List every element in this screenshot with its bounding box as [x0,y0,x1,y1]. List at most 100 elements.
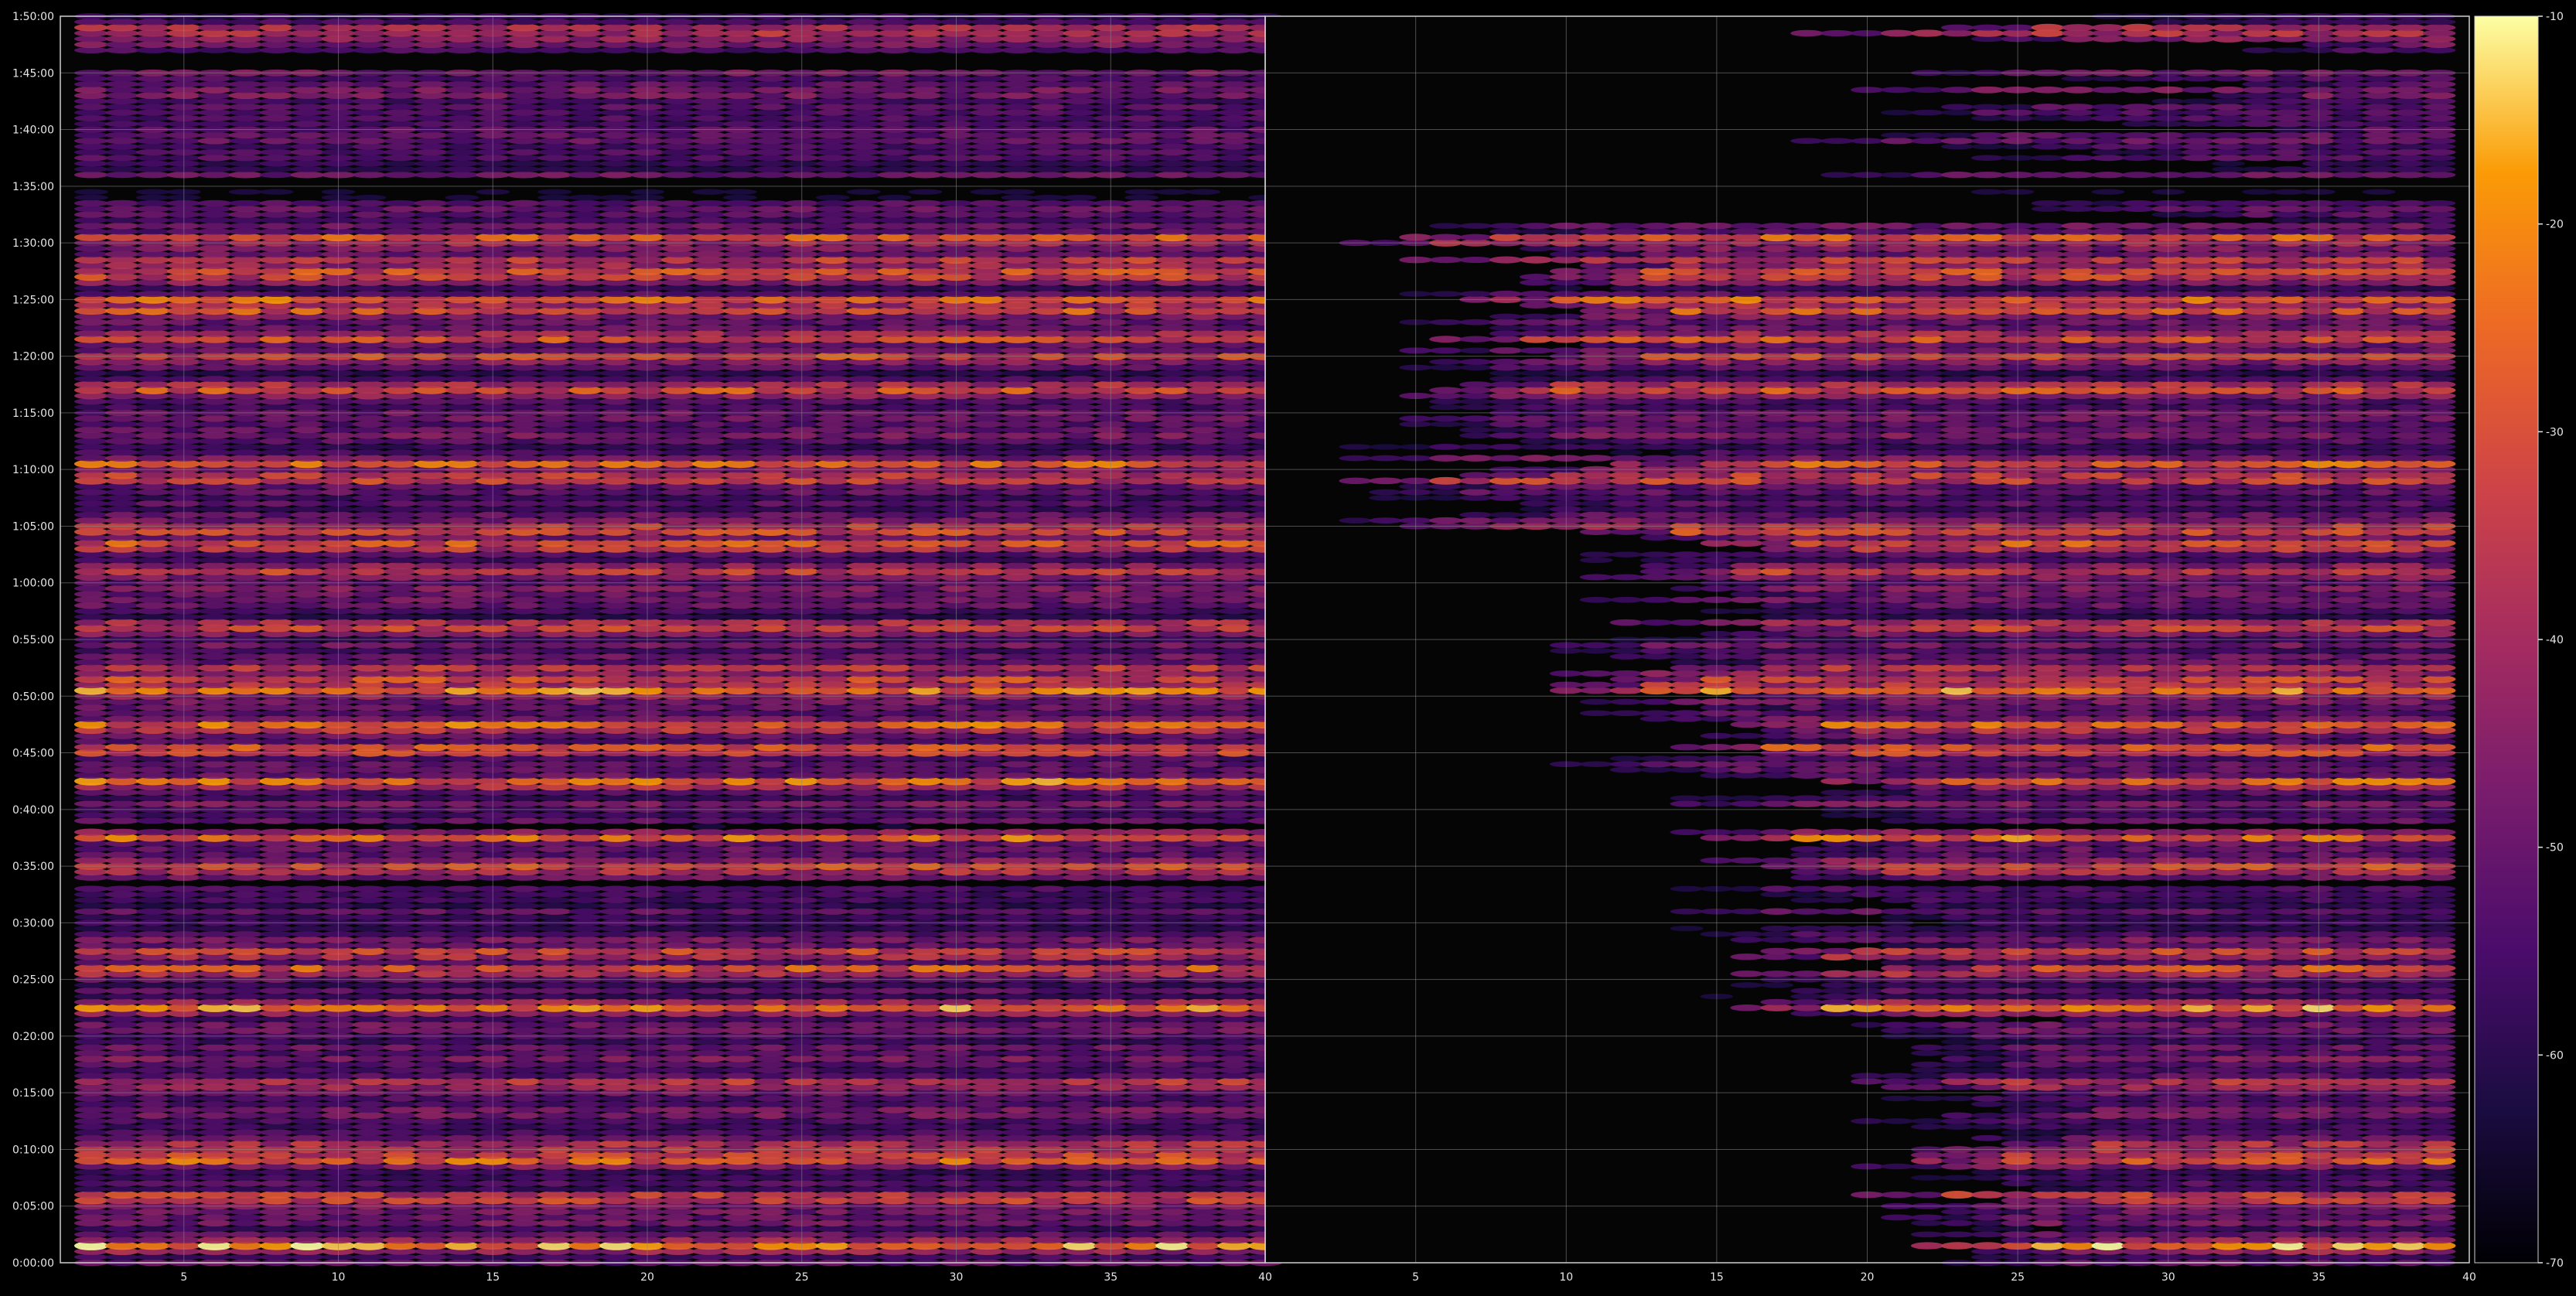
heatmap-cell [661,1117,695,1124]
heatmap-cell [228,936,263,943]
heatmap-cell [507,828,541,836]
heatmap-cell [1063,902,1097,909]
heatmap-cell [753,817,788,824]
heatmap-cell [1186,596,1221,603]
heatmap-cell [537,1117,572,1124]
heatmap-cell [599,1039,634,1045]
heatmap-cell [661,761,695,768]
heatmap-cell [445,1049,479,1056]
heatmap-cell [970,845,1005,853]
heatmap-cell [877,1021,912,1028]
heatmap-cell [1001,959,1036,966]
heatmap-cell [290,828,325,836]
heatmap-cell [197,936,232,943]
heatmap-cell [1124,653,1159,660]
heatmap-cell [1032,828,1066,836]
heatmap-cell [259,1050,294,1056]
heatmap-cell [908,993,943,1000]
heatmap-cell [753,851,788,858]
heatmap-cell [507,608,541,615]
heatmap-cell [722,1134,757,1141]
heatmap-cell [568,857,603,865]
heatmap-cell [507,1236,541,1244]
heatmap-cell [568,1124,603,1131]
heatmap-cell [73,902,108,909]
heatmap-cell [722,800,757,807]
heatmap-cell [599,1027,634,1034]
heatmap-cell [877,1253,912,1260]
heatmap-cell [414,557,449,564]
heatmap-cell [1186,931,1221,937]
heatmap-cell [1124,998,1159,1006]
heatmap-cell [352,591,387,598]
heatmap-cell [753,1095,788,1102]
heatmap-cell [691,891,726,898]
heatmap-cell [228,760,263,768]
heatmap-cell [1063,885,1097,892]
heatmap-cell [259,1185,294,1192]
heatmap-cell [414,1049,449,1056]
heatmap-cell [445,761,479,768]
heatmap-cell [1217,902,1252,909]
heatmap-cell [1001,930,1036,938]
heatmap-cell [73,704,108,711]
heatmap-cell [383,585,418,592]
heatmap-cell [1217,1175,1252,1181]
heatmap-cell [877,1214,912,1221]
heatmap-cell [599,642,634,649]
heatmap-cell [73,800,108,807]
heatmap-cell [1155,998,1190,1006]
heatmap-cell [507,1049,541,1056]
heatmap-cell [135,1124,170,1131]
heatmap-cell [537,925,572,932]
heatmap-cell [722,641,757,649]
heatmap-cell [228,710,263,717]
heatmap-cell [1217,647,1252,654]
heatmap-cell [445,857,479,865]
heatmap-cell [1032,1185,1066,1192]
heatmap-cell [846,766,881,773]
heatmap-cell [352,1049,387,1056]
heatmap-cell [73,710,108,717]
heatmap-cell [691,925,726,932]
heatmap-cell [1001,1186,1036,1192]
heatmap-cell [1063,998,1097,1006]
heatmap-cell [846,993,881,1000]
heatmap-cell [73,857,108,865]
heatmap-cell [537,1134,572,1142]
heatmap-cell [197,596,232,603]
heatmap-cell [104,1055,139,1062]
heatmap-cell [1063,925,1097,932]
heatmap-cell [753,1078,788,1085]
heatmap-cell [1124,800,1159,807]
heatmap-cell [73,1100,108,1107]
heatmap-cell [1217,1106,1252,1114]
heatmap-cell [877,585,912,592]
heatmap-cell [383,891,418,898]
heatmap-cell [1032,1169,1066,1175]
heatmap-cell [877,1049,912,1057]
heatmap-cell [537,1168,572,1175]
heatmap-cell [1186,1236,1221,1244]
heatmap-cell [290,772,325,779]
heatmap-cell [1124,715,1159,723]
heatmap-cell [1063,846,1097,853]
heatmap-cell [197,828,232,836]
heatmap-cell [383,1100,418,1107]
heatmap-cell [414,1106,449,1114]
heatmap-cell [568,585,603,592]
heatmap-cell [507,857,541,865]
heatmap-cell [445,891,479,898]
heatmap-cell [1124,1021,1159,1028]
heatmap-cell [445,1191,479,1199]
heatmap-cell [661,998,695,1006]
heatmap-cell [691,585,726,592]
heatmap-cell [537,1180,572,1187]
heatmap-cell [73,817,108,824]
heatmap-cell [414,766,449,773]
heatmap-cell [73,1044,108,1051]
heatmap-cell [383,641,418,649]
heatmap-cell [1063,613,1097,620]
heatmap-cell [197,562,232,570]
heatmap-cell [259,902,294,909]
